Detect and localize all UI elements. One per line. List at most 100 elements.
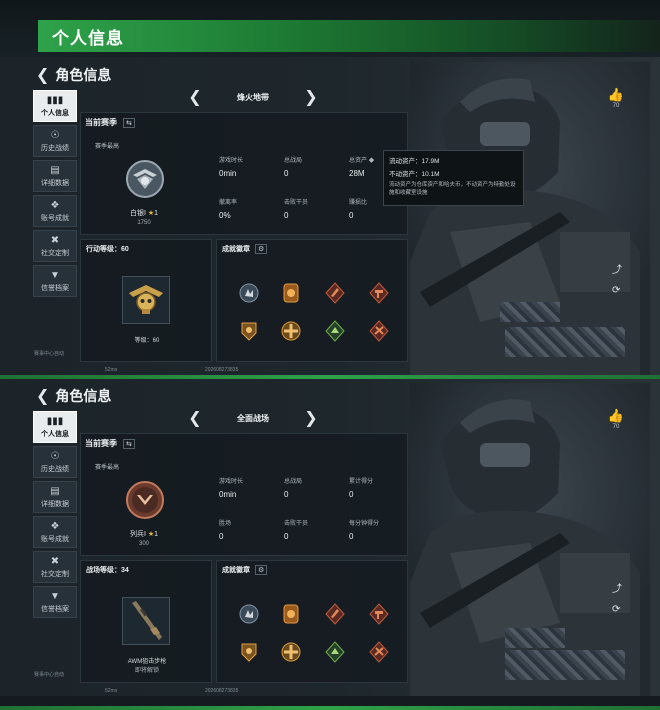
- badge-red-1-icon[interactable]: [325, 282, 345, 304]
- mode-label: 烽火地带: [237, 92, 269, 102]
- season-card: 当前赛季 ⇆ 赛季最高 列兵I ★1 300 游戏时长 0min 总战局 0 累计得…: [80, 433, 408, 556]
- header-title: 角色信息: [55, 67, 112, 83]
- thumbs-up-icon: 👍: [607, 87, 625, 102]
- badge-card: 成就徽章 ⚙: [216, 239, 408, 362]
- header: ❮ 角色信息: [36, 65, 111, 85]
- back-icon[interactable]: ❮: [36, 65, 49, 85]
- best-label: 赛季最高: [95, 465, 120, 471]
- badge-orange-icon[interactable]: [281, 603, 301, 625]
- gear-icon[interactable]: ⚙: [255, 565, 268, 575]
- folder-icon: ▤: [50, 164, 60, 176]
- badge-red-3-icon[interactable]: [369, 641, 389, 663]
- blurred-info: [505, 650, 625, 680]
- medal-icon: ❖: [50, 520, 60, 532]
- stat-wins: 胜场 0: [219, 521, 232, 541]
- sidebar-item-credit[interactable]: ▼ 信誉档案: [33, 265, 77, 297]
- season-card: 当前赛季 ⇆ 赛季最高 白银I ★1 1750 游戏时长 0min 总战局 0 总资…: [80, 112, 408, 235]
- ping-readout: 52ms: [105, 367, 118, 373]
- badge-red-2-icon[interactable]: [369, 282, 389, 304]
- badge-orange-icon[interactable]: [281, 282, 301, 304]
- action-level-card: 行动等级：60 等级：60: [80, 239, 212, 362]
- sidebar-item-credit[interactable]: ▼ 信誉档案: [33, 586, 77, 618]
- season-label: 当前赛季: [85, 439, 117, 448]
- sniper-rifle-icon: [132, 601, 162, 640]
- stat-playtime: 游戏时长 0min: [219, 158, 244, 178]
- weapon-unlock[interactable]: [122, 597, 170, 645]
- badge-green-icon[interactable]: [325, 320, 345, 342]
- sidebar-item-history[interactable]: ☉ 历史战绩: [33, 446, 77, 478]
- history-icon: ☉: [50, 450, 60, 462]
- app-root: 个人信息 ❮ 角色信息 ▮▮▮ 个人信息 ☉ 历史战绩 ▤ 详细数据 ❖ 账号成就 ✖ 社…: [0, 0, 660, 710]
- divider: [0, 375, 660, 379]
- like-button[interactable]: 👍 70: [604, 87, 628, 109]
- battle-level-card: 战场等级：34 AWM狙击步枪 即将解锁: [80, 560, 212, 683]
- shield-icon: ▼: [50, 590, 60, 602]
- badge-card: 成就徽章 ⚙: [216, 560, 408, 683]
- stat-matches: 总战局 0: [284, 479, 303, 499]
- back-icon[interactable]: ❮: [36, 386, 49, 406]
- badge-red-1-icon[interactable]: [325, 603, 345, 625]
- sidebar-item-achievements[interactable]: ❖ 账号成就: [33, 516, 77, 548]
- next-mode-icon[interactable]: ❯: [304, 408, 318, 428]
- sidebar-item-history[interactable]: ☉ 历史战绩: [33, 125, 77, 157]
- bottom-bar: [0, 706, 660, 710]
- stat-total-score: 累计得分 0: [349, 479, 374, 499]
- best-label: 赛季最高: [95, 144, 120, 150]
- season-swap-button[interactable]: ⇆: [123, 438, 135, 449]
- badge-gold-shield-icon[interactable]: [239, 320, 259, 342]
- level-caption: 等级：60: [134, 338, 160, 344]
- mode-selector: ❮ 烽火地带 ❯: [188, 87, 318, 107]
- share-icon[interactable]: ⤴: [612, 580, 622, 595]
- stat-playtime: 游戏时长 0min: [219, 479, 244, 499]
- ping-readout: 52ms: [105, 688, 118, 694]
- stat-score-per-min: 每分钟得分 0: [349, 521, 380, 541]
- refresh-icon[interactable]: ⟳: [612, 604, 620, 615]
- info-icon[interactable]: ◆: [369, 157, 374, 164]
- badge-gold-cross-icon[interactable]: [281, 320, 301, 342]
- page-title: 个人信息: [52, 29, 124, 48]
- blurred-name: [505, 628, 565, 648]
- sidebar-item-achievements[interactable]: ❖ 账号成就: [33, 195, 77, 227]
- sidebar-item-social[interactable]: ✖ 社交定制: [33, 230, 77, 262]
- badge-title: 成就徽章: [222, 567, 250, 574]
- panel-extraction: ❮ 角色信息 ▮▮▮ 个人信息 ☉ 历史战绩 ▤ 详细数据 ❖ 账号成就 ✖ 社交定制 ▼…: [0, 57, 660, 375]
- title-bar: 个人信息: [0, 0, 660, 60]
- badge-hand-icon[interactable]: [239, 282, 259, 304]
- bar-chart-icon: ▮▮▮: [46, 415, 64, 427]
- stat-matches: 总战局 0: [284, 158, 303, 178]
- shield-icon: ▼: [50, 269, 60, 281]
- uid-readout: 202608273835: [205, 688, 239, 694]
- wrench-icon: ✖: [50, 234, 60, 246]
- level-title: 行动等级：60: [86, 246, 129, 253]
- rank-score: 300: [138, 541, 149, 547]
- sidebar-item-details[interactable]: ▤ 详细数据: [33, 481, 77, 513]
- sidebar-item-profile[interactable]: ▮▮▮ 个人信息: [33, 90, 77, 122]
- sidebar-item-details[interactable]: ▤ 详细数据: [33, 160, 77, 192]
- sidebar-item-social[interactable]: ✖ 社交定制: [33, 551, 77, 583]
- badge-gold-shield-icon[interactable]: [239, 641, 259, 663]
- mode-selector: ❮ 全面战场 ❯: [188, 408, 318, 428]
- badge-red-2-icon[interactable]: [369, 603, 389, 625]
- share-icon[interactable]: ⤴: [612, 261, 622, 276]
- next-mode-icon[interactable]: ❯: [304, 87, 318, 107]
- badge-hand-icon[interactable]: [239, 603, 259, 625]
- unlock-status: 即将解锁: [134, 668, 159, 674]
- like-button[interactable]: 👍 70: [604, 408, 628, 430]
- badge-gold-cross-icon[interactable]: [281, 641, 301, 663]
- gear-icon[interactable]: ⚙: [255, 244, 268, 254]
- season-swap-button[interactable]: ⇆: [123, 117, 135, 128]
- sidebar: ▮▮▮ 个人信息 ☉ 历史战绩 ▤ 详细数据 ❖ 账号成就 ✖ 社交定制 ▼ 信誉档案: [33, 90, 77, 300]
- sidebar-item-profile[interactable]: ▮▮▮ 个人信息: [33, 411, 77, 443]
- wrench-icon: ✖: [50, 555, 60, 567]
- refresh-icon[interactable]: ⟳: [612, 285, 620, 296]
- season-label: 当前赛季: [85, 118, 117, 127]
- blurred-info: [505, 327, 625, 357]
- medal-icon: ❖: [50, 199, 60, 211]
- prev-mode-icon[interactable]: ❮: [188, 408, 202, 428]
- like-count: 70: [612, 424, 620, 430]
- mode-label: 全面战场: [237, 413, 269, 423]
- badge-red-3-icon[interactable]: [369, 320, 389, 342]
- badge-green-icon[interactable]: [325, 641, 345, 663]
- private-rank-icon: [126, 481, 164, 519]
- prev-mode-icon[interactable]: ❮: [188, 87, 202, 107]
